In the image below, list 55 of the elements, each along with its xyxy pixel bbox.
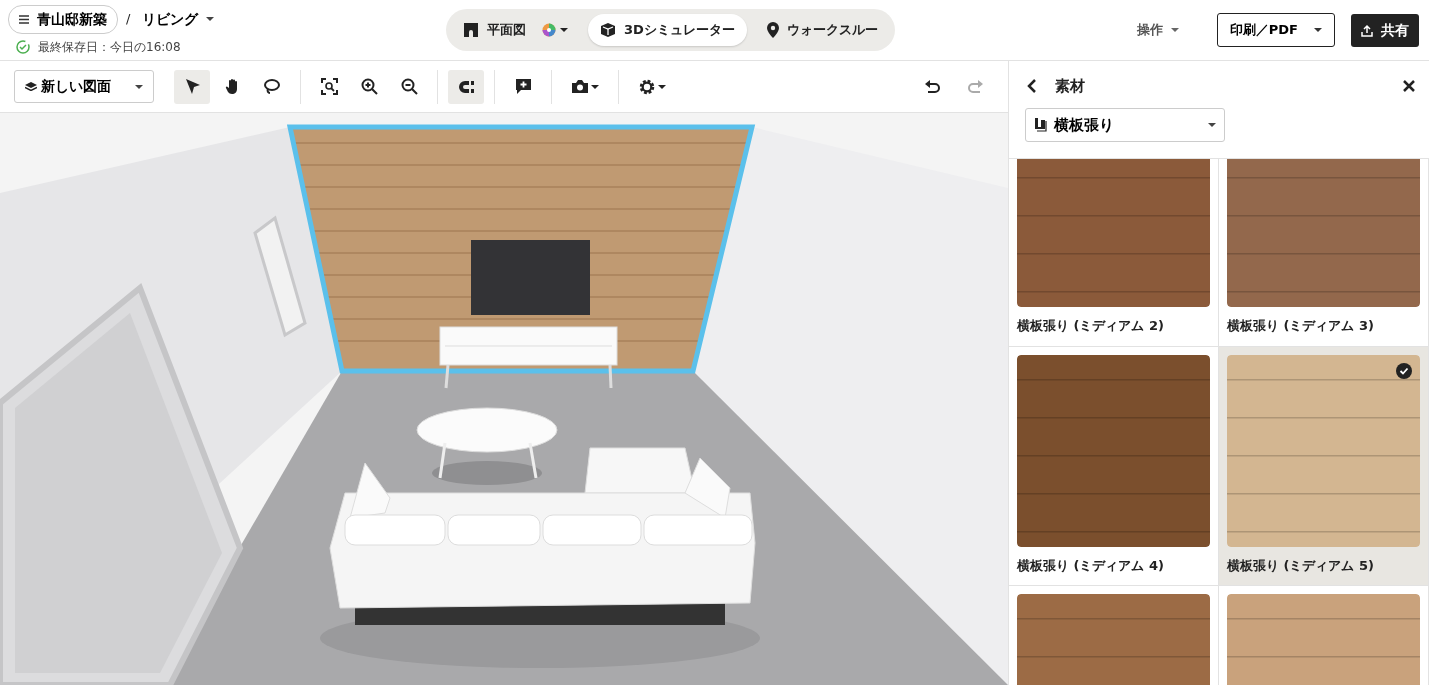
view-tab[interactable]: 3Dシミュレーター bbox=[588, 14, 747, 46]
caret-icon bbox=[135, 84, 143, 89]
pointer-icon bbox=[183, 78, 201, 95]
toolbar-button[interactable] bbox=[174, 69, 210, 104]
location-pin-icon bbox=[766, 22, 779, 38]
zoom-in-icon bbox=[360, 78, 378, 95]
caret-icon bbox=[560, 28, 568, 32]
lasso-icon bbox=[263, 78, 281, 95]
zoom-out-icon bbox=[400, 78, 418, 95]
back-icon bbox=[1027, 79, 1037, 94]
save-status-text: 最終保存日：今日の16:08 bbox=[38, 38, 181, 56]
material-label: 横板張り (ミディアム 3) bbox=[1227, 317, 1375, 335]
close-icon bbox=[1403, 80, 1415, 93]
caret-icon bbox=[206, 17, 215, 21]
material-card[interactable]: 横板張り (ミディアム 3) bbox=[1219, 159, 1429, 347]
panel-title: 素材 bbox=[1055, 76, 1085, 97]
category-dropdown[interactable]: 横板張り bbox=[1025, 107, 1225, 142]
camera-icon bbox=[571, 78, 589, 95]
magnet-icon bbox=[457, 78, 475, 95]
floor-dropdown[interactable]: リビング bbox=[138, 8, 219, 30]
caret-icon bbox=[591, 84, 599, 89]
layer-dropdown[interactable]: 新しい図面 bbox=[14, 70, 154, 103]
settings-icon bbox=[638, 77, 656, 96]
zoom-fit-icon bbox=[320, 78, 338, 95]
print-pdf-button[interactable]: 印刷／PDF bbox=[1216, 13, 1335, 47]
redo-icon bbox=[968, 79, 984, 94]
material-card[interactable]: 横板張り (ミディアム 4) bbox=[1009, 346, 1219, 586]
floorplan-icon bbox=[463, 22, 479, 38]
breadcrumb-separator: / bbox=[126, 10, 131, 29]
undo-icon bbox=[924, 79, 940, 94]
project-menu-button[interactable]: 青山邸新築 bbox=[8, 4, 118, 34]
share-button[interactable]: 共有 bbox=[1351, 13, 1419, 47]
view-tab[interactable]: 平面図 bbox=[451, 14, 580, 46]
material-label: 横板張り (ミディアム 5) bbox=[1227, 556, 1375, 575]
hand-icon bbox=[225, 78, 239, 95]
menu-icon bbox=[19, 14, 29, 24]
toolbar-button[interactable] bbox=[448, 69, 484, 104]
material-label: 横板張り (ミディアム 2) bbox=[1017, 317, 1165, 335]
saved-check-icon bbox=[16, 39, 30, 54]
cube-icon bbox=[600, 22, 616, 38]
caret-icon bbox=[1208, 122, 1216, 127]
color-wheel-icon bbox=[542, 23, 556, 37]
material-card[interactable]: 横板張り (ミディアム 2) bbox=[1009, 159, 1219, 347]
check-icon bbox=[1396, 362, 1412, 379]
comment-add-icon bbox=[514, 78, 532, 95]
layers-icon bbox=[25, 82, 37, 91]
material-card[interactable]: 横板張り (ミディアム 5) bbox=[1219, 346, 1429, 586]
caret-icon bbox=[1314, 28, 1322, 32]
material-label: 横板張り (ミディアム 4) bbox=[1017, 556, 1165, 575]
material-icon bbox=[1034, 117, 1048, 133]
caret-icon bbox=[1170, 28, 1179, 32]
operations-dropdown[interactable]: 操作 bbox=[1130, 19, 1185, 41]
caret-icon bbox=[658, 84, 666, 89]
upload-icon bbox=[1361, 23, 1373, 37]
view-tab[interactable]: ウォークスルー bbox=[754, 14, 890, 46]
